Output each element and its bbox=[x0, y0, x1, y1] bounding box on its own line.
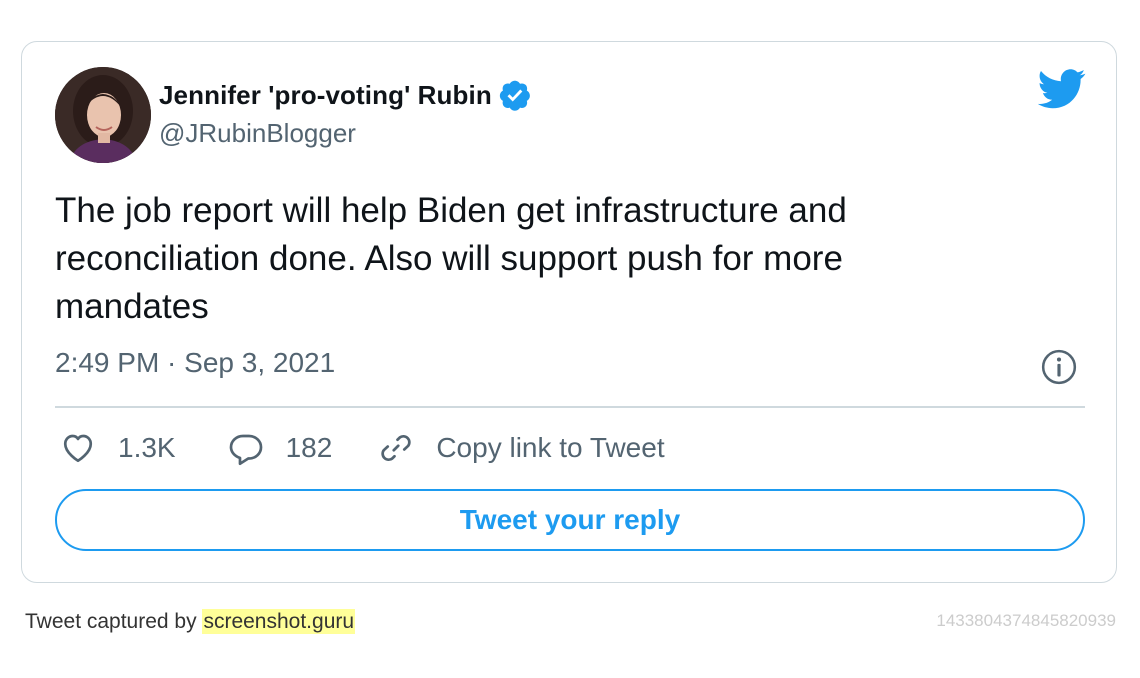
copy-link-button[interactable]: Copy link to Tweet bbox=[378, 430, 665, 466]
author-name[interactable]: Jennifer 'pro-voting' Rubin bbox=[159, 80, 492, 111]
capture-credit-text: Tweet captured by bbox=[25, 610, 197, 633]
capture-brand-link[interactable]: screenshot.guru bbox=[202, 609, 356, 634]
avatar[interactable] bbox=[55, 67, 151, 163]
reply-bubble-icon bbox=[228, 430, 264, 466]
tweet-id: 1433804374845820939 bbox=[936, 611, 1116, 630]
author-handle[interactable]: @JRubinBlogger bbox=[159, 118, 356, 149]
capture-credit: Tweet captured by screenshot.guru bbox=[25, 609, 356, 634]
copy-link-label: Copy link to Tweet bbox=[436, 432, 665, 463]
like-count: 1.3K bbox=[118, 432, 176, 463]
tweet-text: The job report will help Biden get infra… bbox=[55, 191, 847, 326]
action-bar: 1.3K 182 Copy link to Tweet bbox=[60, 428, 665, 468]
tweet-your-reply-button[interactable]: Tweet your reply bbox=[55, 489, 1085, 551]
heart-icon bbox=[60, 430, 96, 466]
twitter-bird-icon[interactable] bbox=[1037, 68, 1086, 110]
divider bbox=[55, 406, 1085, 408]
like-button[interactable]: 1.3K bbox=[60, 430, 176, 466]
link-icon bbox=[378, 430, 414, 466]
reply-count: 182 bbox=[285, 432, 333, 463]
reply-button[interactable]: 182 bbox=[228, 430, 333, 466]
verified-badge-icon bbox=[498, 78, 532, 112]
info-icon[interactable] bbox=[1040, 348, 1078, 386]
tweet-card: Jennifer 'pro-voting' Rubin @JRubinBlogg… bbox=[21, 41, 1117, 583]
author-row: Jennifer 'pro-voting' Rubin bbox=[159, 77, 532, 113]
tweet-timestamp[interactable]: 2:49 PM · Sep 3, 2021 bbox=[55, 347, 335, 379]
